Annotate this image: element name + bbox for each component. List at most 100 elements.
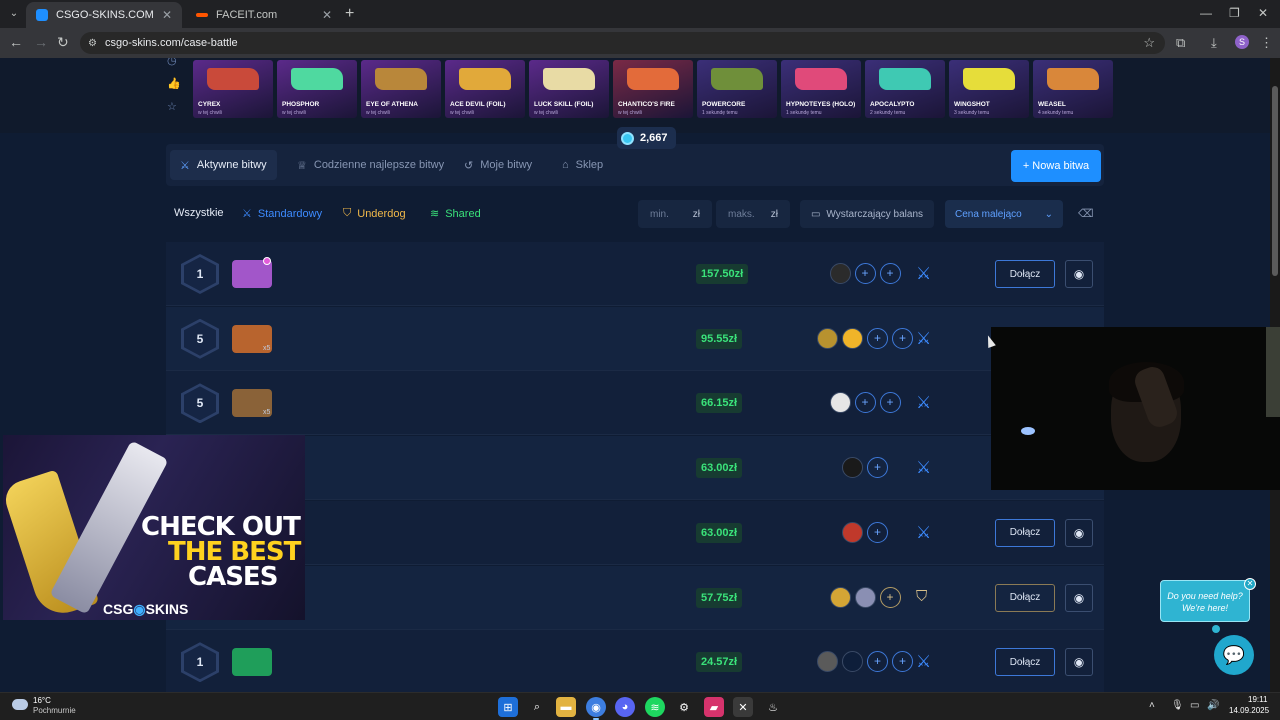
weather-condition[interactable]: Pochmurnie [33,706,76,715]
player-avatar[interactable] [829,263,851,284]
filter-underdog[interactable]: ⛉ Underdog [343,207,406,220]
clock-date[interactable]: 14.09.2025 [1229,706,1269,715]
player-avatar[interactable] [817,327,838,349]
view-battle-eye-icon[interactable]: ◉ [1065,518,1093,547]
open-slot-plus-icon[interactable]: + [854,263,876,284]
case-image[interactable] [232,648,272,677]
downloads-icon[interactable]: ⤓ [1211,35,1217,51]
live-drop-card[interactable]: APOCALYPTO 2 sekundy temu [865,60,945,118]
open-slot-plus-icon[interactable]: + [892,327,913,349]
back-icon[interactable]: ← [9,34,23,50]
search-icon[interactable]: ⌕ [527,697,547,717]
view-battle-eye-icon[interactable]: ◉ [1065,260,1093,288]
tab-active-battles[interactable]: ⚔ Aktywne bitwy [170,150,277,180]
filter-shared[interactable]: ≋ Shared [430,207,481,221]
close-tab-icon[interactable]: ✕ [162,8,172,22]
enough-balance-toggle[interactable]: ▭ Wystarczający balans [800,200,934,228]
new-tab-icon[interactable]: + [345,5,354,23]
min-price-input[interactable]: min. zł [638,200,712,228]
close-window-icon[interactable]: ✕ [1258,6,1268,20]
open-slot-plus-icon[interactable]: + [867,327,888,349]
player-avatar[interactable] [817,651,838,673]
clear-filters-icon[interactable]: ⌫ [1078,207,1094,220]
open-slot-plus-icon[interactable]: + [892,651,913,673]
filter-standard[interactable]: ⚔ Standardowy [242,207,322,221]
profile-avatar[interactable]: S [1235,35,1249,49]
open-slot-plus-icon[interactable]: + [867,457,888,479]
view-battle-eye-icon[interactable]: ◉ [1065,583,1093,612]
spotify-icon[interactable]: ≋ [645,697,665,717]
join-battle-button[interactable]: Dołącz [995,518,1055,547]
start-icon[interactable]: ⊞ [498,697,518,717]
restore-icon[interactable]: ❐ [1229,6,1240,20]
app-icon[interactable]: ⚙ [674,697,694,717]
open-slot-plus-icon[interactable]: + [879,586,901,608]
discord-icon[interactable]: ◕ [615,697,635,717]
view-battle-eye-icon[interactable]: ◉ [1065,648,1093,677]
open-slot-plus-icon[interactable]: + [867,521,888,543]
weather-temperature[interactable]: 16°C [33,696,51,705]
browser-tab-csgo-skins[interactable]: CSGO-SKINS.COM - Najlepsze ✕ [26,2,182,28]
tab-shop[interactable]: ⌂ Sklep [562,150,603,180]
coin-balance[interactable]: 2,667 [617,127,676,149]
star-icon[interactable]: ☆ [167,100,177,113]
forward-icon[interactable]: → [34,34,48,50]
help-bubble[interactable]: Do you need help? We're here! [1160,580,1250,622]
media-app-icon[interactable]: ▰ [704,697,724,717]
browser-tab-faceit[interactable]: FACEIT.com ✕ [186,2,342,28]
close-help-icon[interactable]: ✕ [1244,578,1256,590]
open-slot-plus-icon[interactable]: + [879,392,901,414]
player-avatar[interactable] [842,651,863,673]
open-slot-plus-icon[interactable]: + [867,651,888,673]
chrome-icon[interactable]: ◉ [586,697,606,720]
live-drop-card[interactable]: CHANTICO'S FIRE w tej chwili [613,60,693,118]
live-drop-card[interactable]: PHOSPHOR w tej chwili [277,60,357,118]
max-price-input[interactable]: maks. zł [716,200,790,228]
network-icon[interactable]: ▭ [1190,700,1199,711]
file-explorer-icon[interactable]: ▬ [556,697,576,717]
close-tab-icon[interactable]: ✕ [322,8,332,22]
reload-icon[interactable]: ↻ [57,34,69,51]
bookmark-star-icon[interactable]: ☆ [1143,35,1155,51]
minimize-icon[interactable]: — [1200,6,1212,20]
live-drop-card[interactable]: LUCK SKILL (FOIL) w tej chwili [529,60,609,118]
player-avatar[interactable] [829,392,851,414]
new-battle-button[interactable]: + Nowa bitwa [1011,150,1101,182]
live-drop-card[interactable]: WINGSHOT 3 sekundy temu [949,60,1029,118]
site-info-icon[interactable]: ⚙ [88,38,97,49]
microphone-icon[interactable]: 🎙 [1171,700,1184,711]
cloud-icon[interactable] [12,699,28,710]
live-drop-card[interactable]: WEASEL 4 sekundy temu [1033,60,1113,118]
clock-icon[interactable]: ◷ [167,58,177,67]
live-drop-card[interactable]: POWERCORE 1 sekundę temu [697,60,777,118]
browser-menu-icon[interactable]: ⋮ [1260,35,1273,51]
player-avatar[interactable] [842,521,863,543]
tab-daily-best[interactable]: ♕ Codzienne najlepsze bitwy [297,150,444,180]
volume-icon[interactable]: 🔊 [1207,700,1219,711]
join-battle-button[interactable]: Dołącz [995,260,1055,288]
player-avatar[interactable] [829,586,851,608]
scrollbar-thumb[interactable] [1272,86,1278,276]
tray-overflow-icon[interactable]: ˄ [1149,700,1155,711]
live-drop-card[interactable]: ACE DEVIL (FOIL) w tej chwili [445,60,525,118]
filter-all[interactable]: Wszystkie [174,207,224,219]
join-battle-button[interactable]: Dołącz [995,648,1055,677]
chat-bubble-icon[interactable]: 💬 [1214,635,1254,675]
address-bar[interactable]: ⚙ csgo-skins.com/case-battle ☆ [80,32,1165,54]
excel-app-icon[interactable]: ✕ [733,697,753,717]
open-slot-plus-icon[interactable]: + [879,263,901,284]
live-drop-card[interactable]: CYREX w tej chwili [193,60,273,118]
sort-select[interactable]: Cena malejąco ⌄ [945,200,1063,228]
tab-my-battles[interactable]: ↺ Moje bitwy [464,150,532,180]
live-drop-card[interactable]: HYPNOTEYES (HOLO) 1 sekundę temu [781,60,861,118]
thumbs-up-icon[interactable]: 👍 [167,77,181,90]
live-drop-card[interactable]: EYE OF ATHENA w tej chwili [361,60,441,118]
clock-time[interactable]: 19:11 [1248,695,1267,704]
player-avatar[interactable] [854,586,876,608]
tab-search-icon[interactable]: ⌄ [6,6,22,22]
steam-icon[interactable]: ♨ [763,697,783,717]
extensions-icon[interactable]: ⧉ [1176,35,1185,51]
player-avatar[interactable] [842,327,863,349]
player-avatar[interactable] [842,457,863,479]
join-battle-button[interactable]: Dołącz [995,583,1055,612]
